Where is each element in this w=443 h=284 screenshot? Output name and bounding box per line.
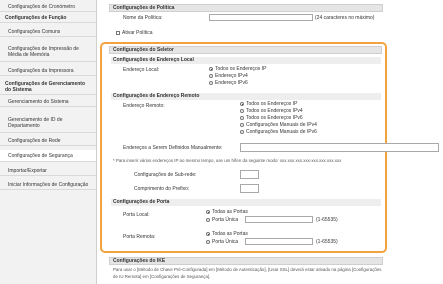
local-port-single-radio[interactable] [206,218,210,222]
remote-manual-ipv6-radio[interactable] [240,130,244,134]
port-settings-header: Configurações de Porta [111,199,381,206]
remote-port-all-radio[interactable] [206,232,210,236]
local-ipv6-radio[interactable] [209,81,213,85]
sidebar-item-rede[interactable]: Configurações de Rede [0,136,96,146]
manual-addresses-input[interactable] [240,143,439,152]
local-ipv6-label: Endereço IPv6 [215,80,248,86]
local-ipv4-radio[interactable] [209,74,213,78]
remote-port-all-label: Todas as Portas [212,231,248,237]
remote-manual-ipv4-radio[interactable] [240,123,244,127]
remote-all-ipv6-label: Todos os Endereços IPv6 [246,115,303,121]
policy-name-input[interactable] [209,14,313,21]
remote-all-ipv6-radio[interactable] [240,116,244,120]
remote-port-range-hint: (1-65535) [316,239,338,245]
local-address-label: Endereço Local: [123,67,160,73]
sidebar-item-importar-exportar[interactable]: Importar/Exportar [0,166,96,176]
remote-all-ip-label: Todos os Endereços IP [246,101,298,107]
sidebar: Configurações de Cronómetro Configuraçõe… [0,0,97,284]
sidebar-item-cronometro[interactable]: Configurações de Cronómetro [0,2,96,12]
remote-all-ip-radio[interactable] [240,102,244,106]
remote-port-input[interactable] [245,238,313,245]
local-port-range-hint: (1-65535) [316,217,338,223]
remote-manual-ipv4-label: Configurações Manuais de IPv4 [246,122,317,128]
sidebar-item-comuns[interactable]: Configurações Comuns [0,27,96,37]
activate-policy-checkbox[interactable] [116,31,120,35]
policy-name-hint: (24 caracteres no máximo) [315,15,375,21]
remote-all-ipv4-label: Todos os Endereços IPv4 [246,108,303,114]
sidebar-item-impressora[interactable]: Configurações da Impressora [0,66,96,76]
policy-settings-header: Configurações de Política [109,4,383,12]
activate-policy-label: Ativar Política [122,30,153,36]
sidebar-header-gerenciamento: Configurações de Gerenciamento do Sistem… [0,79,96,95]
remote-address-header: Configurações de Endereço Remoto [111,93,381,100]
remote-manual-ipv6-label: Configurações Manuais de IPv6 [246,129,317,135]
sidebar-header-funcao: Configurações de Função [0,13,96,23]
ike-note-text: Para usar o [Método de Chave Pré-Configu… [113,267,382,279]
multiple-ip-note: * Para inserir vários endereços IP ao me… [113,158,342,163]
prefix-length-input[interactable] [240,184,259,193]
local-all-ip-label: Todos os Endereços IP [215,66,267,72]
remote-port-label: Porta Remota: [123,234,156,240]
selector-settings-header: Configurações do Seletor [109,46,382,54]
remote-port-single-label: Porta Única [212,239,239,245]
sidebar-item-impressao-memoria[interactable]: Configurações de Impressão de Média de M… [0,42,96,62]
main-content: Configurações de Política Nome da Políti… [97,0,443,284]
local-port-single-label: Porta Única [212,217,239,223]
sidebar-item-iniciar-config[interactable]: Iniciar Informações de Configuração [0,180,96,190]
local-port-input[interactable] [245,216,313,223]
subnet-label: Configurações de Sub-rede: [134,172,197,178]
sidebar-item-gerenciamento-sistema[interactable]: Gerenciamento do Sistema [0,97,96,107]
sidebar-item-id-departamento[interactable]: Gerenciamento de ID de Departamento [0,113,96,133]
manual-addresses-label: Endereços a Serem Definidos Manualmente: [123,145,223,151]
local-port-label: Porta Local: [123,212,150,218]
remote-all-ipv4-radio[interactable] [240,109,244,113]
remote-address-label: Endereço Remoto: [123,103,165,109]
remote-port-single-radio[interactable] [206,240,210,244]
local-port-all-label: Todas as Portas [212,209,248,215]
prefix-length-label: Comprimento do Prefixo: [134,186,190,192]
sidebar-item-seguranca[interactable]: Configurações de Segurança [0,150,96,162]
ike-settings-header: Configurações do IKE [109,257,383,265]
local-ipv4-label: Endereço IPv4 [215,73,248,79]
policy-name-label: Nome da Política: [123,15,163,21]
subnet-input[interactable] [240,170,259,179]
local-address-header: Configurações de Endereço Local [111,57,381,64]
local-port-all-radio[interactable] [206,210,210,214]
local-all-ip-radio[interactable] [209,67,213,71]
